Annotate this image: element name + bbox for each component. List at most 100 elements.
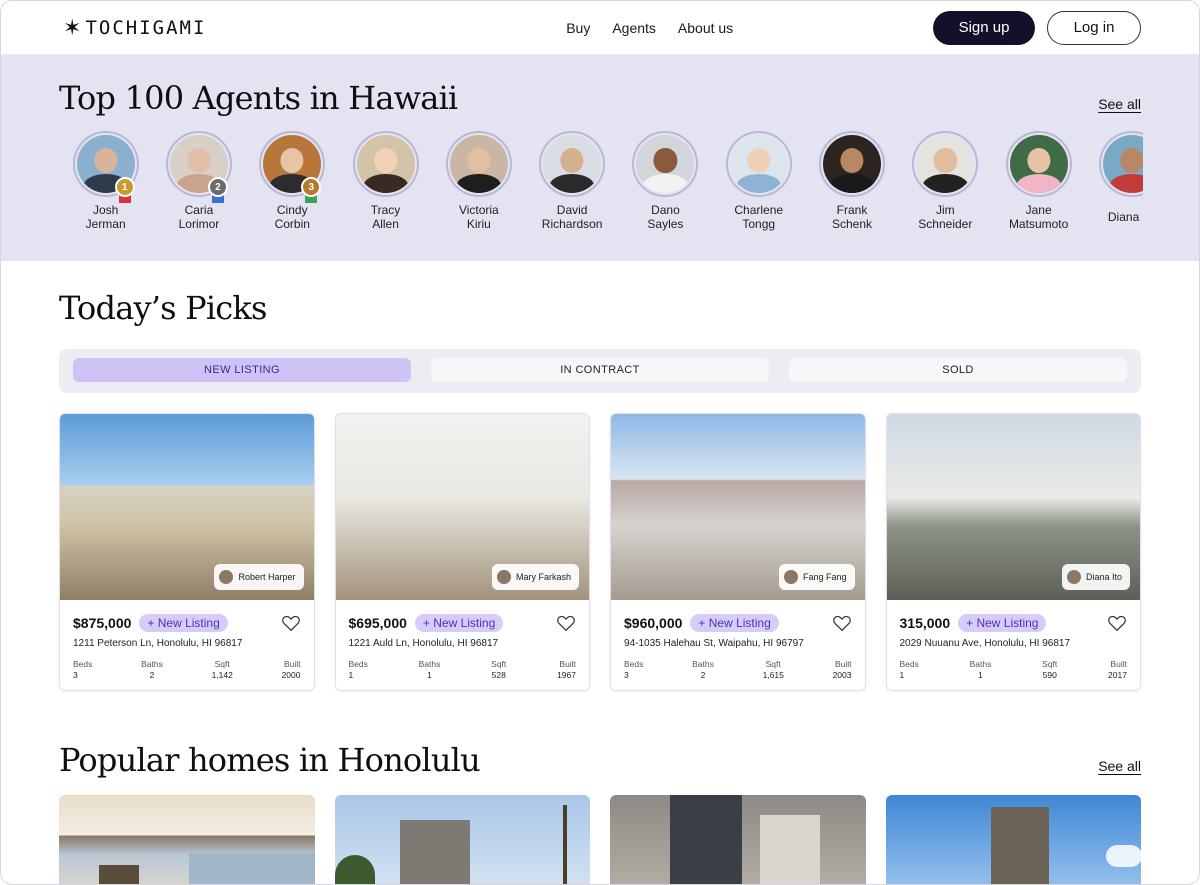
agent-item[interactable]: Diana Ito [1085, 131, 1143, 231]
agent-photo-face-shape [840, 147, 864, 174]
popular-see-all-link[interactable]: See all [1098, 758, 1141, 774]
spec-value: 1 [899, 670, 905, 680]
agent-name: Tracy Allen [339, 203, 432, 231]
heart-icon[interactable] [281, 614, 301, 632]
agent-item[interactable]: Jane Matsumoto [992, 131, 1085, 231]
heart-icon[interactable] [1107, 614, 1127, 632]
spec-label: Baths [969, 659, 992, 669]
listing-specs: Beds 1 Baths 1 Sqft 528 Built 1967 [349, 659, 577, 681]
agent-item[interactable]: David Richardson [525, 131, 618, 231]
spec-baths: Baths 2 [141, 659, 163, 681]
listing-agent-chip[interactable]: Fang Fang [778, 564, 855, 590]
listing-card[interactable]: Diana Ito 315,000 + New Listing 2029 Nuu… [885, 413, 1141, 691]
agent-item[interactable]: Jim Schneider [899, 131, 992, 231]
agents-see-all-link[interactable]: See all [1098, 96, 1141, 112]
spec-sqft: Sqft 528 [491, 659, 506, 681]
palm-shape [334, 855, 375, 884]
heart-icon[interactable] [556, 614, 576, 632]
agents-carousel: 1 Josh Jerman 2 Caria Lorimor 3 Cindy Co… [59, 131, 1143, 231]
spec-label: Built [834, 659, 852, 669]
listing-agent-name: Fang Fang [802, 572, 847, 582]
agent-item[interactable]: 3 Cindy Corbin [246, 131, 339, 231]
agent-name: Diana Ito [1085, 210, 1143, 224]
agent-item[interactable]: 2 Caria Lorimor [152, 131, 245, 231]
listing-agent-chip[interactable]: Robert Harper [214, 564, 304, 590]
spec-value: 1,615 [762, 670, 784, 680]
spec-label: Sqft [1042, 659, 1058, 669]
spec-label: Beds [899, 659, 919, 669]
agent-item[interactable]: Victoria Kiriu [432, 131, 525, 231]
listing-agent-chip[interactable]: Mary Farkash [491, 564, 579, 590]
spec-beds: Beds 3 [73, 659, 92, 681]
spec-sqft: Sqft 1,142 [212, 659, 233, 681]
agent-avatar [819, 131, 886, 197]
listing-specs: Beds 1 Baths 1 Sqft 590 Built 2017 [900, 659, 1128, 681]
listing-card[interactable]: Robert Harper $875,000 + New Listing 121… [59, 413, 315, 691]
listing-status-tabs: NEW LISTING IN CONTRACT SOLD [59, 349, 1141, 393]
listing-agent-name: Diana Ito [1085, 572, 1122, 582]
popular-home-photo[interactable] [334, 795, 590, 884]
agent-avatar [912, 131, 979, 197]
listing-price: $875,000 [73, 615, 132, 631]
agent-first-name: Caria [184, 203, 214, 217]
agent-photo-body-shape [1109, 174, 1143, 193]
agent-avatar [632, 131, 699, 197]
agent-last-name: Sayles [647, 217, 684, 231]
spec-value: 1,142 [211, 670, 233, 680]
agent-item[interactable]: Frank Schenk [805, 131, 898, 231]
spec-built: Built 1967 [557, 659, 576, 681]
agent-first-name: Victoria [458, 203, 499, 217]
nav-agents[interactable]: Agents [612, 20, 656, 36]
agent-item[interactable]: Dano Sayles [619, 131, 712, 231]
agent-avatar: 2 [165, 131, 232, 203]
listing-photo[interactable]: Diana Ito [886, 414, 1140, 600]
agent-first-name: Cindy [276, 203, 308, 217]
spec-value: 3 [624, 670, 629, 680]
tab-in-contract[interactable]: IN CONTRACT [431, 358, 769, 382]
agent-name: Josh Jerman [59, 203, 152, 231]
main-nav: Buy Agents About us [566, 20, 733, 36]
logo-text: TOCHIGAMI [85, 16, 207, 39]
agent-first-name: Charlene [734, 203, 784, 217]
log-in-button[interactable]: Log in [1047, 10, 1141, 45]
agent-item[interactable]: Charlene Tongg [712, 131, 805, 231]
tab-sold[interactable]: SOLD [789, 358, 1127, 382]
new-listing-badge: + New Listing [139, 614, 228, 632]
spec-value: 2000 [281, 670, 301, 680]
agent-photo-body-shape [362, 174, 409, 193]
rank-medal-icon: 3 [301, 177, 322, 197]
agent-photo-face-shape [187, 147, 211, 174]
agent-last-name: Corbin [274, 217, 310, 231]
highrise-shape [670, 795, 742, 884]
room-picture-shape [99, 865, 139, 884]
new-listing-badge: + New Listing [690, 614, 779, 632]
heart-icon[interactable] [832, 614, 852, 632]
listing-specs: Beds 3 Baths 2 Sqft 1,615 Built 2003 [624, 659, 852, 681]
listing-card[interactable]: Mary Farkash $695,000 + New Listing 1221… [334, 413, 590, 691]
agent-photo-face-shape [933, 147, 957, 174]
agent-last-name: Lorimor [178, 217, 220, 231]
popular-home-photo[interactable] [885, 795, 1141, 884]
agent-first-name: Jane [1025, 203, 1052, 217]
agent-photo-face-shape [373, 147, 398, 174]
spec-baths: Baths 1 [419, 659, 441, 681]
popular-home-photo[interactable] [610, 795, 866, 884]
agent-name: Victoria Kiriu [432, 203, 525, 231]
nav-buy[interactable]: Buy [566, 20, 590, 36]
listing-photo[interactable]: Fang Fang [611, 414, 865, 600]
listing-photo[interactable]: Robert Harper [60, 414, 314, 600]
spec-value: 1967 [557, 670, 576, 680]
tab-new-listing[interactable]: NEW LISTING [73, 358, 411, 382]
listing-photo[interactable]: Mary Farkash [335, 414, 589, 600]
logo[interactable]: ✶ TOCHIGAMI [63, 16, 207, 39]
agent-item[interactable]: 1 Josh Jerman [59, 131, 152, 231]
popular-home-photo[interactable] [59, 795, 315, 884]
agent-item[interactable]: Tracy Allen [339, 131, 432, 231]
nav-about-us[interactable]: About us [678, 20, 733, 36]
listing-agent-chip[interactable]: Diana Ito [1061, 564, 1130, 590]
sign-up-button[interactable]: Sign up [933, 10, 1035, 45]
top-agents-title: Top 100 Agents in Hawaii [59, 79, 458, 117]
agent-avatar-icon [219, 570, 234, 584]
agent-last-name: Schneider [918, 217, 973, 231]
listing-card[interactable]: Fang Fang $960,000 + New Listing 94-1035… [610, 413, 866, 691]
